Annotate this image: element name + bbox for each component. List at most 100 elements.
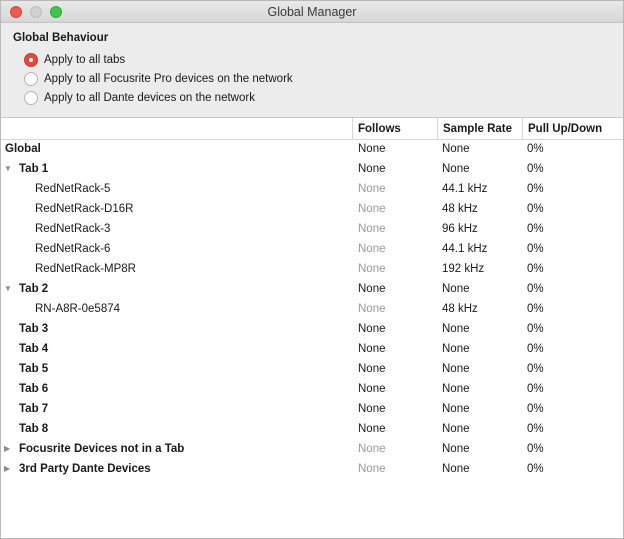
row-sample-rate[interactable]: None [442,279,470,299]
table-row[interactable]: ▼ Tab 2 None None 0% [1,279,623,299]
row-follows[interactable]: None [358,419,386,439]
row-follows[interactable]: None [358,139,386,159]
row-follows[interactable]: None [358,459,386,479]
disclosure-collapsed-icon[interactable]: ▶ [4,439,10,459]
table-row[interactable]: Tab 8 None None 0% [1,419,623,439]
row-pull[interactable]: 0% [527,219,544,239]
row-pull[interactable]: 0% [527,159,544,179]
disclosure-expanded-icon[interactable]: ▼ [4,279,12,299]
row-follows[interactable]: None [358,179,386,199]
row-pull[interactable]: 0% [527,379,544,399]
window-title: Global Manager [267,5,357,19]
row-name: Tab 4 [19,343,49,355]
row-name: 3rd Party Dante Devices [19,463,151,475]
row-pull[interactable]: 0% [527,139,544,159]
row-pull[interactable]: 0% [527,359,544,379]
row-sample-rate[interactable]: 44.1 kHz [442,239,487,259]
table-row[interactable]: ▶ 3rd Party Dante Devices None None 0% [1,459,623,479]
table-row[interactable]: ▶ Focusrite Devices not in a Tab None No… [1,439,623,459]
row-pull[interactable]: 0% [527,399,544,419]
row-follows[interactable]: None [358,259,386,279]
row-name: Tab 2 [19,283,49,295]
row-follows[interactable]: None [358,379,386,399]
row-name: Tab 8 [19,423,49,435]
table-row[interactable]: Global None None 0% [1,139,623,159]
row-follows[interactable]: None [358,439,386,459]
table-row[interactable]: RedNetRack-5 None 44.1 kHz 0% [1,179,623,199]
row-name: Global [5,143,41,155]
row-follows[interactable]: None [358,399,386,419]
table-row[interactable]: RedNetRack-6 None 44.1 kHz 0% [1,239,623,259]
table-row[interactable]: Tab 7 None None 0% [1,399,623,419]
radio-button[interactable] [24,72,38,86]
column-header-follows[interactable]: Follows [352,118,437,140]
row-follows[interactable]: None [358,319,386,339]
row-pull[interactable]: 0% [527,199,544,219]
row-sample-rate[interactable]: None [442,319,470,339]
row-pull[interactable]: 0% [527,319,544,339]
row-name: Tab 1 [19,163,49,175]
row-name: RedNetRack-5 [35,183,111,195]
row-sample-rate[interactable]: None [442,359,470,379]
row-name: RedNetRack-3 [35,223,111,235]
row-follows[interactable]: None [358,359,386,379]
radio-label: Apply to all Focusrite Pro devices on th… [44,73,293,85]
row-sample-rate[interactable]: 44.1 kHz [442,179,487,199]
row-pull[interactable]: 0% [527,439,544,459]
row-follows[interactable]: None [358,159,386,179]
row-follows[interactable]: None [358,339,386,359]
row-sample-rate[interactable]: None [442,459,470,479]
radio-button-selected[interactable] [24,53,38,67]
table-row[interactable]: RedNetRack-MP8R None 192 kHz 0% [1,259,623,279]
row-sample-rate[interactable]: 96 kHz [442,219,478,239]
row-sample-rate[interactable]: None [442,159,470,179]
radio-label: Apply to all Dante devices on the networ… [44,92,255,104]
row-sample-rate[interactable]: None [442,399,470,419]
radio-apply-focusrite-pro[interactable]: Apply to all Focusrite Pro devices on th… [24,71,293,87]
row-pull[interactable]: 0% [527,279,544,299]
column-header-name[interactable] [1,118,352,140]
table-row[interactable]: Tab 3 None None 0% [1,319,623,339]
row-pull[interactable]: 0% [527,299,544,319]
row-pull[interactable]: 0% [527,259,544,279]
row-pull[interactable]: 0% [527,459,544,479]
column-header-pull-up-down[interactable]: Pull Up/Down [522,118,623,140]
row-follows[interactable]: None [358,219,386,239]
row-follows[interactable]: None [358,299,386,319]
row-pull[interactable]: 0% [527,419,544,439]
table-row[interactable]: Tab 4 None None 0% [1,339,623,359]
row-pull[interactable]: 0% [527,339,544,359]
row-sample-rate[interactable]: None [442,419,470,439]
row-follows[interactable]: None [358,279,386,299]
radio-apply-all-tabs[interactable]: Apply to all tabs [24,52,125,68]
disclosure-expanded-icon[interactable]: ▼ [4,159,12,179]
global-manager-window: Global Manager Global Behaviour Apply to… [0,0,624,539]
column-header-sample-rate[interactable]: Sample Rate [437,118,522,140]
radio-apply-dante-devices[interactable]: Apply to all Dante devices on the networ… [24,90,255,106]
row-sample-rate[interactable]: 48 kHz [442,299,478,319]
row-sample-rate[interactable]: None [442,339,470,359]
table-row[interactable]: Tab 5 None None 0% [1,359,623,379]
row-sample-rate[interactable]: None [442,139,470,159]
table-header: Follows Sample Rate Pull Up/Down [1,118,623,140]
title-bar: Global Manager [1,1,623,23]
disclosure-collapsed-icon[interactable]: ▶ [4,459,10,479]
table-row[interactable]: RedNetRack-3 None 96 kHz 0% [1,219,623,239]
row-name: Tab 3 [19,323,49,335]
radio-button[interactable] [24,91,38,105]
table-row[interactable]: RN-A8R-0e5874 None 48 kHz 0% [1,299,623,319]
table-row[interactable]: Tab 6 None None 0% [1,379,623,399]
row-sample-rate[interactable]: 48 kHz [442,199,478,219]
row-sample-rate[interactable]: None [442,439,470,459]
row-follows[interactable]: None [358,199,386,219]
row-name: RN-A8R-0e5874 [35,303,121,315]
row-pull[interactable]: 0% [527,179,544,199]
row-pull[interactable]: 0% [527,239,544,259]
row-name: RedNetRack-MP8R [35,263,136,275]
radio-label: Apply to all tabs [44,54,126,66]
table-row[interactable]: ▼ Tab 1 None None 0% [1,159,623,179]
row-sample-rate[interactable]: None [442,379,470,399]
table-row[interactable]: RedNetRack-D16R None 48 kHz 0% [1,199,623,219]
row-sample-rate[interactable]: 192 kHz [442,259,484,279]
row-follows[interactable]: None [358,239,386,259]
